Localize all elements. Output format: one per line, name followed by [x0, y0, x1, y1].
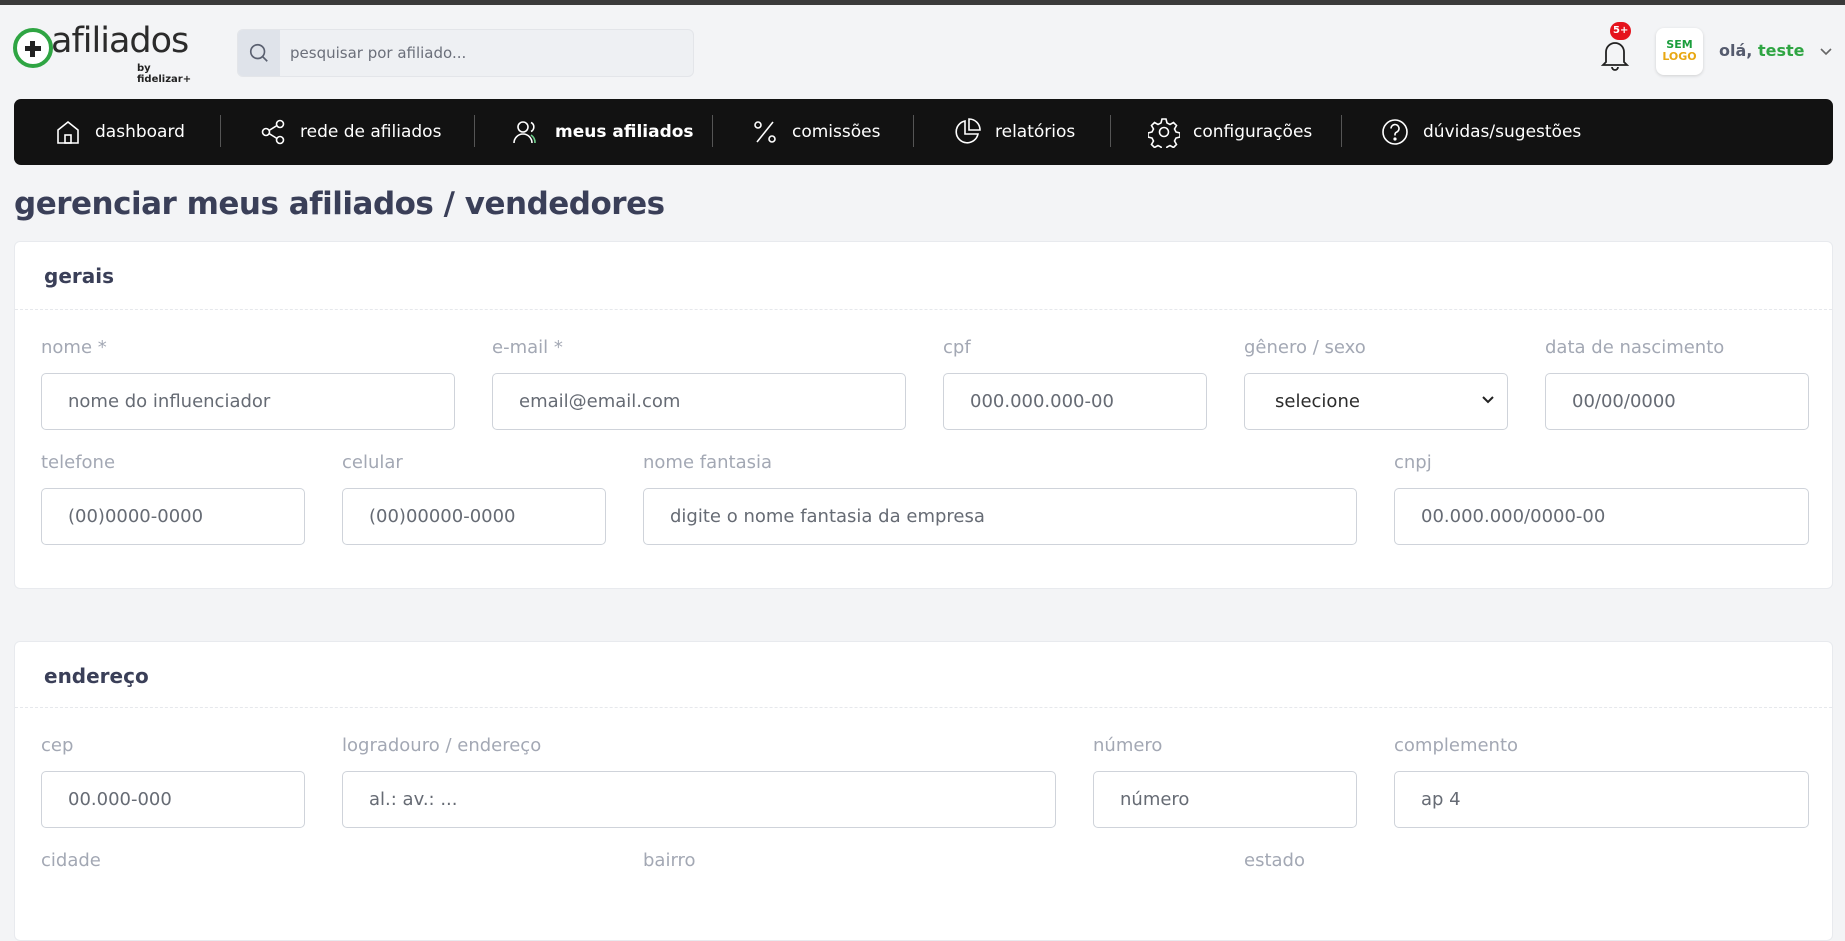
nome-input[interactable]	[41, 373, 455, 430]
nav-divider	[474, 115, 475, 147]
nav-label: dúvidas/sugestões	[1423, 122, 1582, 142]
nome-label: nome *	[41, 337, 107, 358]
nav-divider	[913, 115, 914, 147]
card-title: gerais	[44, 264, 114, 288]
user-name: teste	[1757, 41, 1805, 60]
telefone-input[interactable]	[41, 488, 305, 545]
fantasia-label: nome fantasia	[643, 452, 773, 473]
telefone-label: telefone	[41, 452, 116, 473]
nav-label: dashboard	[95, 122, 185, 142]
card-title: endereço	[44, 664, 149, 688]
card-gerais: gerais nome * e-mail * cpf gênero / sexo…	[14, 241, 1833, 589]
bairro-label: bairro	[643, 850, 696, 871]
avatar[interactable]: SEM LOGO	[1656, 28, 1703, 75]
card-divider	[15, 707, 1832, 708]
card-divider	[15, 309, 1832, 310]
cep-label: cep	[41, 735, 74, 756]
nav-divider	[1110, 115, 1111, 147]
percent-icon	[754, 121, 776, 143]
email-label: e-mail *	[492, 337, 563, 358]
celular-label: celular	[342, 452, 403, 473]
help-icon	[1382, 119, 1408, 145]
search-icon	[249, 43, 268, 62]
nav-label: comissões	[792, 122, 881, 142]
nascimento-label: data de nascimento	[1545, 337, 1725, 358]
avatar-line2: LOGO	[1662, 50, 1697, 63]
numero-label: número	[1093, 735, 1163, 756]
nav-divider	[220, 115, 221, 147]
logo[interactable]: afiliados by fidelizar+	[13, 21, 198, 85]
nav-item-dashboard[interactable]: dashboard	[54, 99, 185, 165]
nav-item-configuracoes[interactable]: configurações	[1148, 99, 1312, 165]
nav-divider	[712, 115, 713, 147]
genero-label: gênero / sexo	[1244, 337, 1366, 358]
main-nav: dashboard rede de afiliados meus afiliad…	[14, 99, 1833, 165]
fantasia-input[interactable]	[643, 488, 1357, 545]
genero-select[interactable]: selecione	[1244, 373, 1508, 430]
cnpj-input[interactable]	[1394, 488, 1809, 545]
gear-icon	[1148, 118, 1180, 148]
home-icon	[57, 120, 79, 144]
cpf-label: cpf	[943, 337, 971, 358]
chevron-down-icon	[1482, 396, 1494, 404]
card-endereco: endereço cep logradouro / endereço númer…	[14, 641, 1833, 941]
logo-byline: by fidelizar+	[137, 63, 192, 85]
greeting-text: olá,	[1719, 41, 1753, 60]
bell-icon[interactable]	[1600, 37, 1630, 71]
nascimento-input[interactable]	[1545, 373, 1809, 430]
nav-label: configurações	[1193, 122, 1313, 142]
logradouro-input[interactable]	[342, 771, 1056, 828]
logo-word: afiliados	[51, 21, 189, 61]
cep-input[interactable]	[41, 771, 305, 828]
cpf-input[interactable]	[943, 373, 1207, 430]
search-box	[237, 29, 694, 77]
nav-item-rede-de-afiliados[interactable]: rede de afiliados	[259, 99, 441, 165]
cnpj-label: cnpj	[1394, 452, 1432, 473]
users-icon	[513, 121, 536, 144]
numero-input[interactable]	[1093, 771, 1357, 828]
genero-value: selecione	[1275, 391, 1360, 412]
search-input[interactable]	[290, 30, 685, 76]
complemento-input[interactable]	[1394, 771, 1809, 828]
header: afiliados by fidelizar+ 5+ SEM LOGO olá,…	[0, 5, 1845, 90]
nav-label: rede de afiliados	[300, 122, 442, 142]
cidade-label: cidade	[41, 850, 101, 871]
plus-logo-icon	[13, 28, 53, 68]
email-input[interactable]	[492, 373, 906, 430]
nav-item-duvidas-sugestoes[interactable]: dúvidas/sugestões	[1380, 99, 1581, 165]
complemento-label: complemento	[1394, 735, 1519, 756]
page-title: gerenciar meus afiliados / vendedores	[14, 186, 665, 222]
nav-divider	[1341, 115, 1342, 147]
pie-chart-icon	[955, 118, 981, 144]
logradouro-label: logradouro / endereço	[342, 735, 542, 756]
nav-label: meus afiliados	[555, 122, 694, 142]
nav-label: relatórios	[995, 122, 1076, 142]
user-menu[interactable]: olá, teste	[1719, 41, 1832, 60]
nav-item-comissoes[interactable]: comissões	[751, 99, 880, 165]
search-button[interactable]	[238, 30, 280, 76]
nav-item-relatorios[interactable]: relatórios	[952, 99, 1075, 165]
share-icon	[261, 119, 285, 145]
notification-badge: 5+	[1610, 22, 1632, 40]
chevron-down-icon	[1820, 47, 1832, 55]
estado-label: estado	[1244, 850, 1305, 871]
celular-input[interactable]	[342, 488, 606, 545]
nav-item-meus-afiliados[interactable]: meus afiliados	[512, 99, 694, 165]
